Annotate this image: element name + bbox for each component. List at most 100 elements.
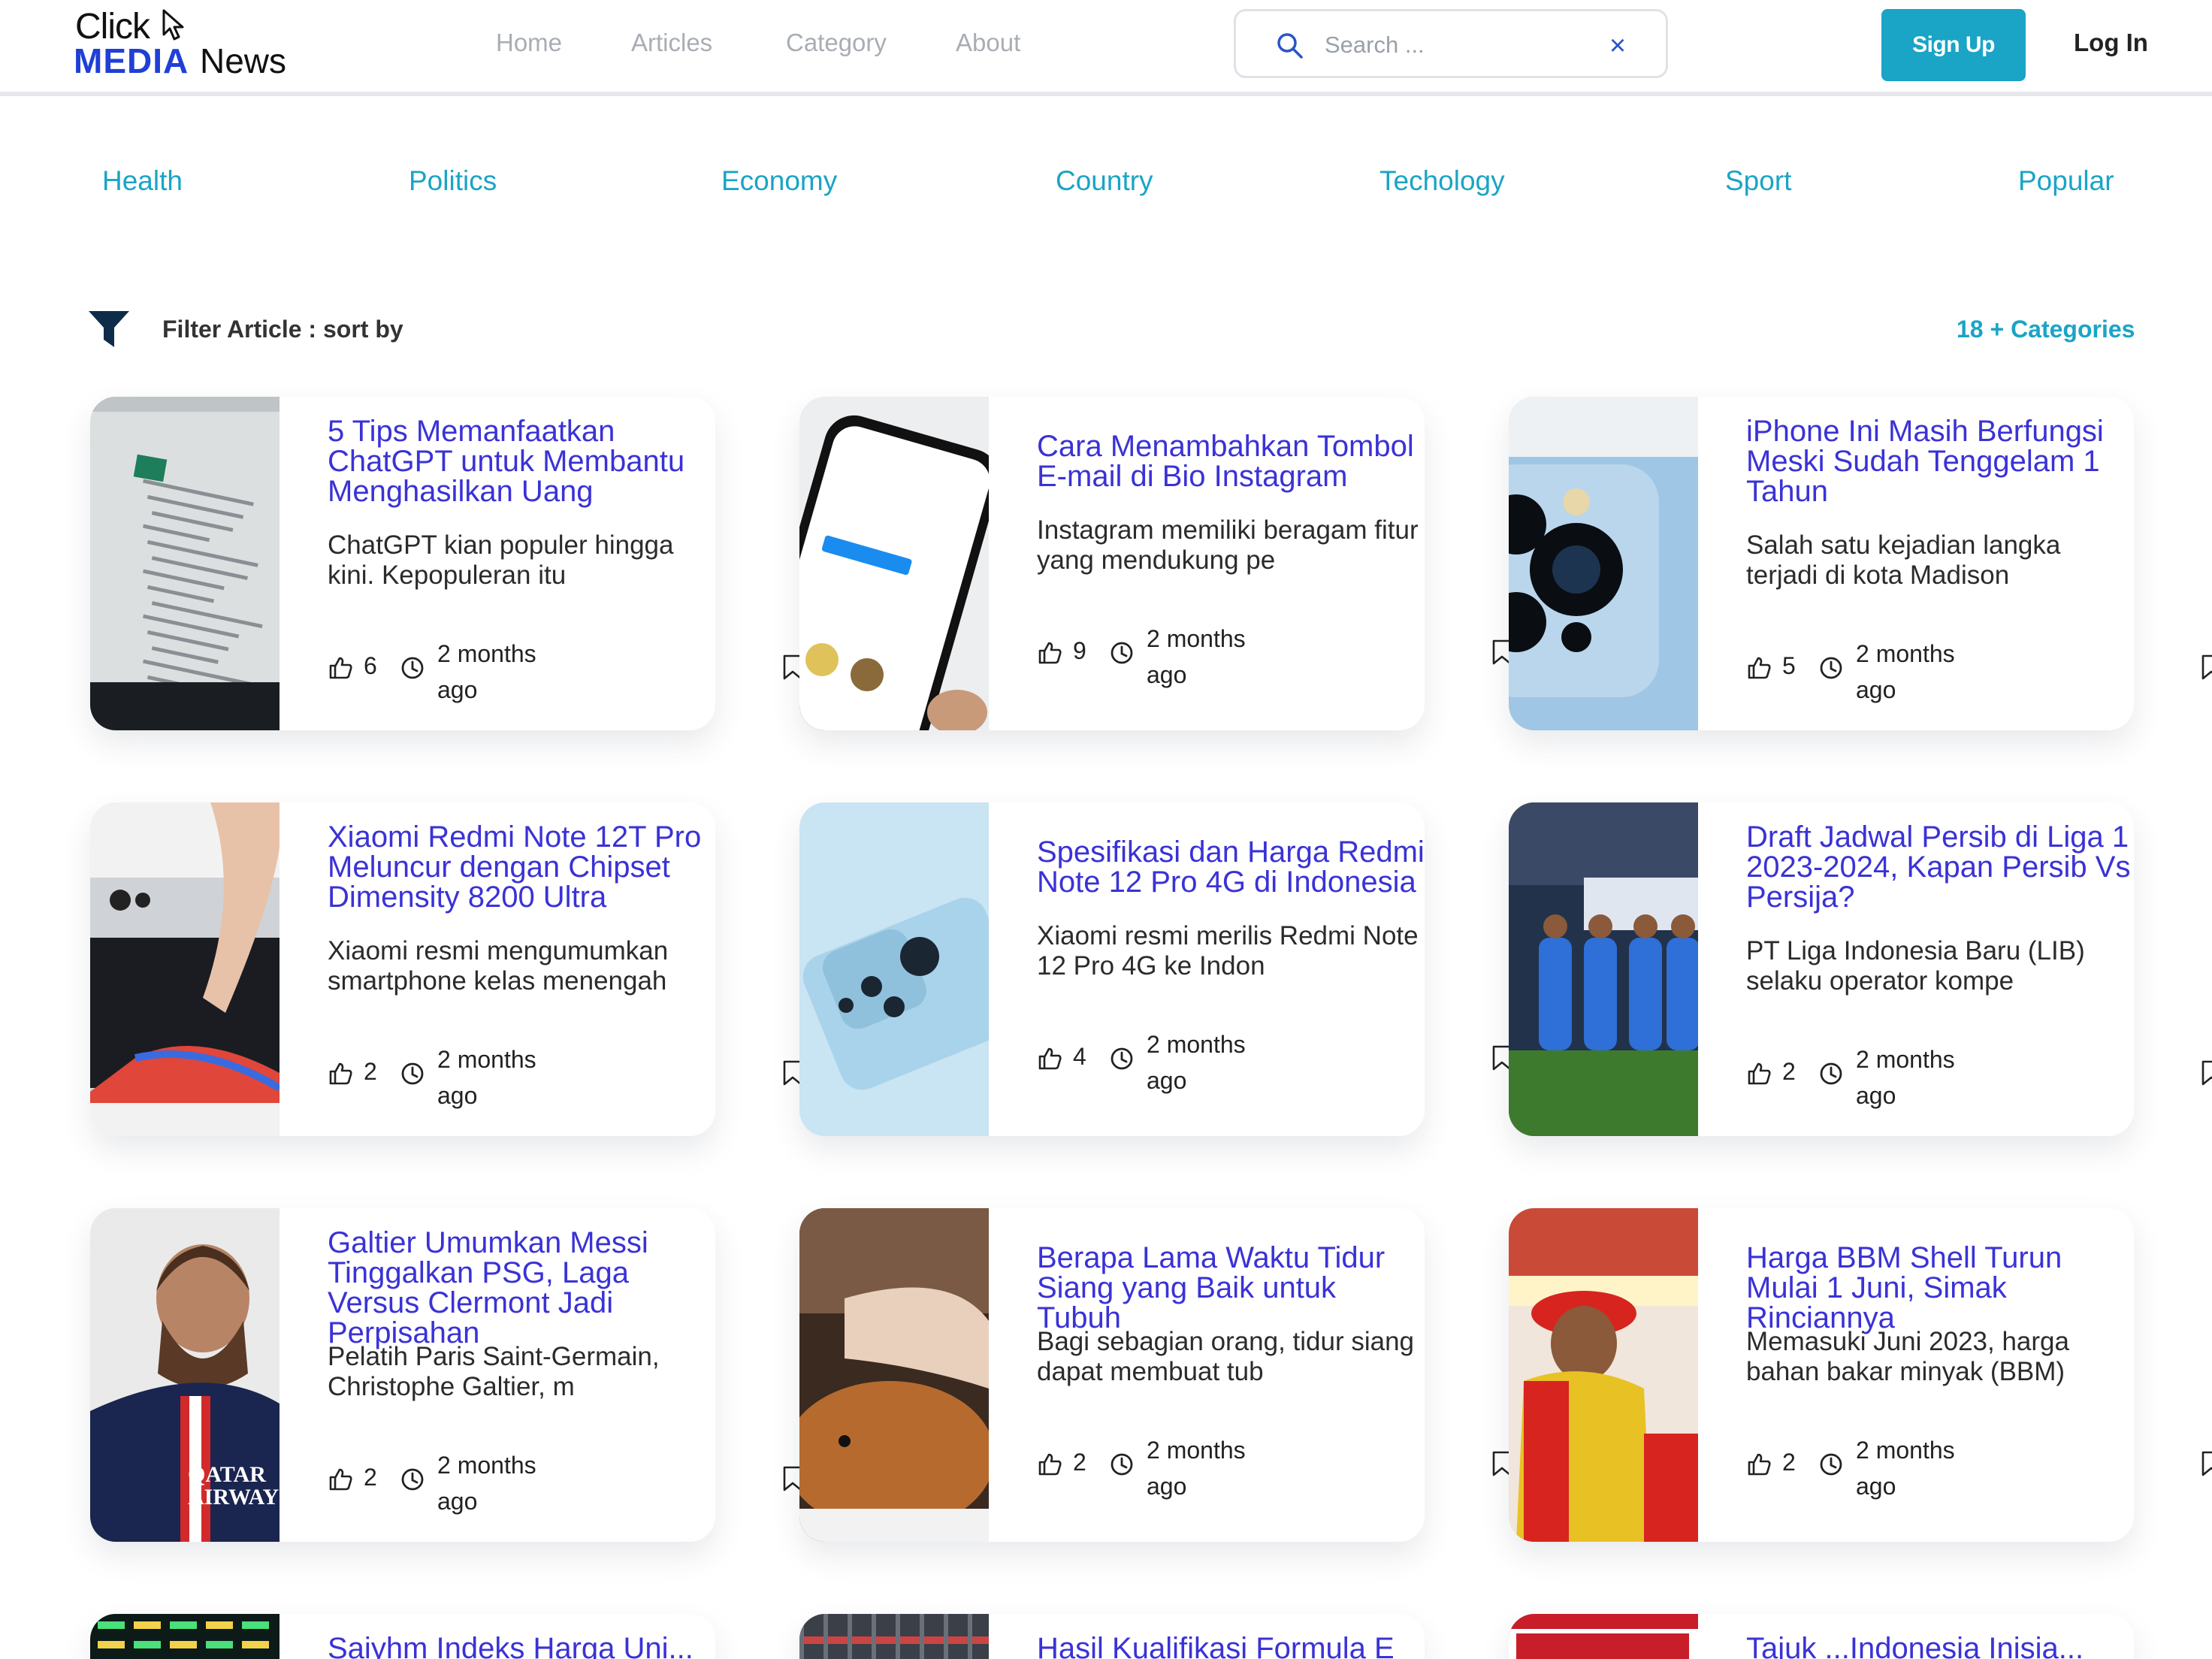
- article-excerpt: Bagi sebagian orang, tidur siang dapat m…: [1037, 1327, 1415, 1386]
- sign-up-button[interactable]: Sign Up: [1881, 9, 2026, 81]
- article-title[interactable]: Saiyhm Indeks Harga Uni...: [328, 1633, 715, 1659]
- like-icon[interactable]: [1037, 1046, 1062, 1071]
- article-title[interactable]: Berapa Lama Waktu Tidur Siang yang Baik …: [1037, 1243, 1425, 1333]
- like-icon[interactable]: [1746, 655, 1772, 681]
- article-title[interactable]: Galtier Umumkan Messi Tinggalkan PSG, La…: [328, 1228, 715, 1348]
- article-thumbnail[interactable]: [799, 802, 989, 1136]
- article-title[interactable]: Harga BBM Shell Turun Mulai 1 Juni, Sima…: [1746, 1243, 2134, 1333]
- article-thumbnail[interactable]: [90, 802, 280, 1136]
- article-meta: 2 2 months ago: [328, 1041, 802, 1117]
- cursor-icon: [162, 9, 184, 41]
- article-thumbnail[interactable]: QATAR AIRWAYS: [90, 1208, 280, 1542]
- article-excerpt: Memasuki Juni 2023, harga bahan bakar mi…: [1746, 1327, 2069, 1386]
- published-time: 2 months ago: [1856, 1437, 1955, 1500]
- category-sport[interactable]: Sport: [1725, 165, 1791, 197]
- categories-count-link[interactable]: 18 + Categories: [1957, 316, 2135, 343]
- published-time: 2 months ago: [437, 1452, 536, 1515]
- published-time: 2 months ago: [437, 1046, 536, 1109]
- article-card[interactable]: Hasil Kualifikasi Formula E: [799, 1614, 1425, 1659]
- article-thumbnail[interactable]: [90, 1614, 280, 1659]
- thumbnail-caption: QATAR AIRWAYS: [188, 1462, 280, 1509]
- article-title[interactable]: Cara Menambahkan Tombol E-mail di Bio In…: [1037, 431, 1425, 491]
- bookmark-icon[interactable]: [2200, 1059, 2212, 1086]
- persib-players-photo: [1509, 802, 1698, 1136]
- like-count: 2: [364, 1058, 377, 1085]
- like-icon[interactable]: [1037, 1452, 1062, 1477]
- clock-icon: [1109, 1046, 1135, 1071]
- nav-home[interactable]: Home: [496, 29, 562, 57]
- article-title[interactable]: Tajuk ...Indonesia Inisia...: [1746, 1633, 2134, 1659]
- article-card[interactable]: 5 Tips Memanfaatkan ChatGPT untuk Memban…: [90, 397, 802, 730]
- site-logo[interactable]: Click MEDIA News: [74, 6, 293, 80]
- article-excerpt: Pelatih Paris Saint-Germain, Christophe …: [328, 1342, 660, 1401]
- article-thumbnail[interactable]: [1509, 802, 1698, 1136]
- article-card[interactable]: iPhone Ini Masih Berfungsi Meski Sudah T…: [1509, 397, 2212, 730]
- bookmark-icon[interactable]: [2200, 654, 2212, 681]
- article-excerpt: Salah satu kejadian langka terjadi di ko…: [1746, 530, 2061, 590]
- article-excerpt: Xiaomi resmi mengumumkan smartphone kela…: [328, 936, 669, 996]
- log-in-link[interactable]: Log In: [2074, 29, 2148, 57]
- article-card[interactable]: QATAR AIRWAYS Galtier Umumkan Messi Ting…: [90, 1208, 802, 1542]
- article-card[interactable]: Xiaomi Redmi Note 12T Pro Meluncur denga…: [90, 802, 802, 1136]
- shell-attendant-photo: [1509, 1208, 1698, 1542]
- like-icon[interactable]: [328, 1061, 353, 1086]
- clear-search-icon[interactable]: ×: [1603, 31, 1633, 61]
- search-icon[interactable]: [1275, 31, 1305, 61]
- article-thumbnail[interactable]: [799, 1614, 989, 1659]
- article-card[interactable]: Spesifikasi dan Harga Redmi Note 12 Pro …: [799, 802, 1512, 1136]
- like-icon[interactable]: [1746, 1061, 1772, 1086]
- article-card[interactable]: Saiyhm Indeks Harga Uni...: [90, 1614, 715, 1659]
- clock-icon: [1109, 1452, 1135, 1477]
- article-title[interactable]: 5 Tips Memanfaatkan ChatGPT untuk Memban…: [328, 416, 715, 506]
- article-title[interactable]: Xiaomi Redmi Note 12T Pro Meluncur denga…: [328, 822, 715, 912]
- article-title[interactable]: iPhone Ini Masih Berfungsi Meski Sudah T…: [1746, 416, 2134, 506]
- article-thumbnail[interactable]: [1509, 397, 1698, 730]
- like-icon[interactable]: [1037, 640, 1062, 666]
- article-meta: 2 2 months ago: [328, 1447, 802, 1522]
- article-thumbnail[interactable]: [799, 1208, 989, 1542]
- redmi-note-12t-photo: [90, 802, 280, 1136]
- sleeping-with-dog-photo: [799, 1208, 989, 1542]
- article-card[interactable]: Berapa Lama Waktu Tidur Siang yang Baik …: [799, 1208, 1512, 1542]
- like-icon[interactable]: [328, 655, 353, 681]
- category-economy[interactable]: Economy: [721, 165, 837, 197]
- article-card[interactable]: Cara Menambahkan Tombol E-mail di Bio In…: [799, 397, 1512, 730]
- like-count: 6: [364, 652, 377, 679]
- bookmark-icon[interactable]: [2200, 1450, 2212, 1477]
- article-thumbnail[interactable]: [1509, 1208, 1698, 1542]
- nav-articles[interactable]: Articles: [631, 29, 712, 57]
- published-time: 2 months ago: [1856, 1046, 1955, 1109]
- article-thumbnail[interactable]: [799, 397, 989, 730]
- article-title[interactable]: Spesifikasi dan Harga Redmi Note 12 Pro …: [1037, 837, 1425, 897]
- article-card[interactable]: Draft Jadwal Persib di Liga 1 2023-2024,…: [1509, 802, 2212, 1136]
- filter-label[interactable]: Filter Article : sort by: [162, 316, 403, 343]
- article-thumbnail[interactable]: [1509, 1614, 1698, 1659]
- article-excerpt: PT Liga Indonesia Baru (LIB) selaku oper…: [1746, 936, 2085, 996]
- article-title[interactable]: Hasil Kualifikasi Formula E: [1037, 1633, 1425, 1659]
- chatgpt-screen-photo: [90, 397, 280, 730]
- like-count: 5: [1782, 652, 1796, 679]
- published-time: 2 months ago: [1147, 1437, 1246, 1500]
- article-thumbnail[interactable]: [90, 397, 280, 730]
- nav-about[interactable]: About: [956, 29, 1020, 57]
- category-politics[interactable]: Politics: [409, 165, 497, 197]
- article-meta: 2 2 months ago: [1746, 1041, 2212, 1117]
- category-health[interactable]: Health: [102, 165, 183, 197]
- article-meta: 5 2 months ago: [1746, 636, 2212, 711]
- filter-icon[interactable]: [87, 308, 131, 350]
- search-input[interactable]: [1323, 28, 1597, 62]
- article-card[interactable]: Harga BBM Shell Turun Mulai 1 Juni, Sima…: [1509, 1208, 2212, 1542]
- category-technology[interactable]: Techology: [1379, 165, 1505, 197]
- article-meta: 6 2 months ago: [328, 636, 802, 711]
- nav-category[interactable]: Category: [786, 29, 887, 57]
- clock-icon: [400, 1061, 425, 1086]
- article-title[interactable]: Draft Jadwal Persib di Liga 1 2023-2024,…: [1746, 822, 2134, 912]
- article-meta: 2 2 months ago: [1037, 1432, 1512, 1507]
- like-icon[interactable]: [1746, 1452, 1772, 1477]
- stock-board-photo: [90, 1614, 280, 1659]
- category-country[interactable]: Country: [1056, 165, 1153, 197]
- article-card[interactable]: Tajuk ...Indonesia Inisia...: [1509, 1614, 2134, 1659]
- category-popular[interactable]: Popular: [2018, 165, 2114, 197]
- iphone-camera-photo: [1509, 397, 1698, 730]
- like-icon[interactable]: [328, 1467, 353, 1492]
